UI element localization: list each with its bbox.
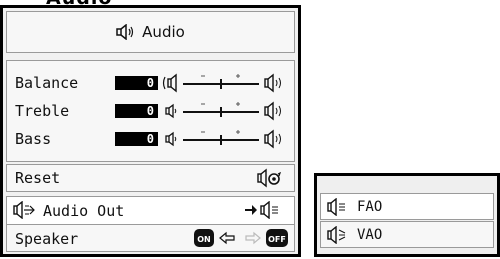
bass-slider[interactable] bbox=[161, 129, 291, 149]
balance-label: Balance bbox=[15, 74, 79, 92]
reset-label: Reset bbox=[15, 169, 61, 187]
speaker-vao-icon bbox=[327, 225, 351, 244]
bass-value: 0 bbox=[115, 132, 158, 146]
audio-out-row[interactable]: Audio Out bbox=[7, 197, 294, 224]
treble-value: 0 bbox=[115, 104, 158, 118]
speaker-label: Speaker bbox=[15, 229, 79, 248]
balance-row[interactable]: Balance 0 bbox=[7, 69, 294, 97]
speaker-left-bracket-icon bbox=[162, 73, 177, 93]
speaker-right-icon bbox=[264, 73, 281, 93]
submenu-option-fao[interactable]: FAO bbox=[320, 193, 494, 220]
speaker-row[interactable]: Speaker ON OFF bbox=[7, 225, 294, 252]
treble-slider[interactable] bbox=[161, 101, 291, 121]
vao-label: VAO bbox=[357, 226, 383, 243]
treble-label: Treble bbox=[15, 102, 70, 120]
slider-group: Balance 0 Treble 0 Bass 0 bbox=[6, 60, 295, 162]
speaker-loud-icon bbox=[264, 101, 281, 121]
speaker-fao-icon bbox=[327, 197, 351, 216]
toggle-off-text: OFF bbox=[268, 235, 286, 244]
speaker-small-icon bbox=[165, 103, 177, 119]
audio-menu-header: Audio bbox=[6, 11, 295, 53]
reset-group: Reset bbox=[6, 164, 295, 192]
speaker-small-icon bbox=[165, 131, 177, 147]
treble-row[interactable]: Treble 0 bbox=[7, 97, 294, 125]
audio-out-submenu: FAO VAO bbox=[314, 173, 500, 257]
speaker-icon bbox=[116, 24, 134, 40]
on-off-toggle-icon[interactable]: ON OFF bbox=[193, 228, 289, 248]
speaker-loud-icon bbox=[264, 129, 281, 149]
balance-value: 0 bbox=[115, 76, 158, 90]
audio-menu-panel: Audio Balance 0 Treble 0 Bass 0 Reset Au… bbox=[0, 5, 301, 257]
page-title: Audio bbox=[142, 23, 185, 41]
toggle-on-text: ON bbox=[197, 235, 211, 244]
bass-row[interactable]: Bass 0 bbox=[7, 125, 294, 153]
submenu-option-vao[interactable]: VAO bbox=[320, 221, 494, 248]
speaker-arrow-icon bbox=[13, 201, 37, 219]
bass-label: Bass bbox=[15, 130, 52, 148]
output-group: Audio Out Speaker ON OFF bbox=[6, 196, 295, 252]
reset-row[interactable]: Reset bbox=[7, 165, 294, 192]
audio-out-label: Audio Out bbox=[43, 201, 125, 220]
speaker-reset-icon bbox=[257, 168, 283, 188]
arrow-speaker-fao-icon bbox=[243, 201, 289, 219]
fao-label: FAO bbox=[357, 198, 383, 215]
balance-slider[interactable] bbox=[161, 73, 291, 93]
